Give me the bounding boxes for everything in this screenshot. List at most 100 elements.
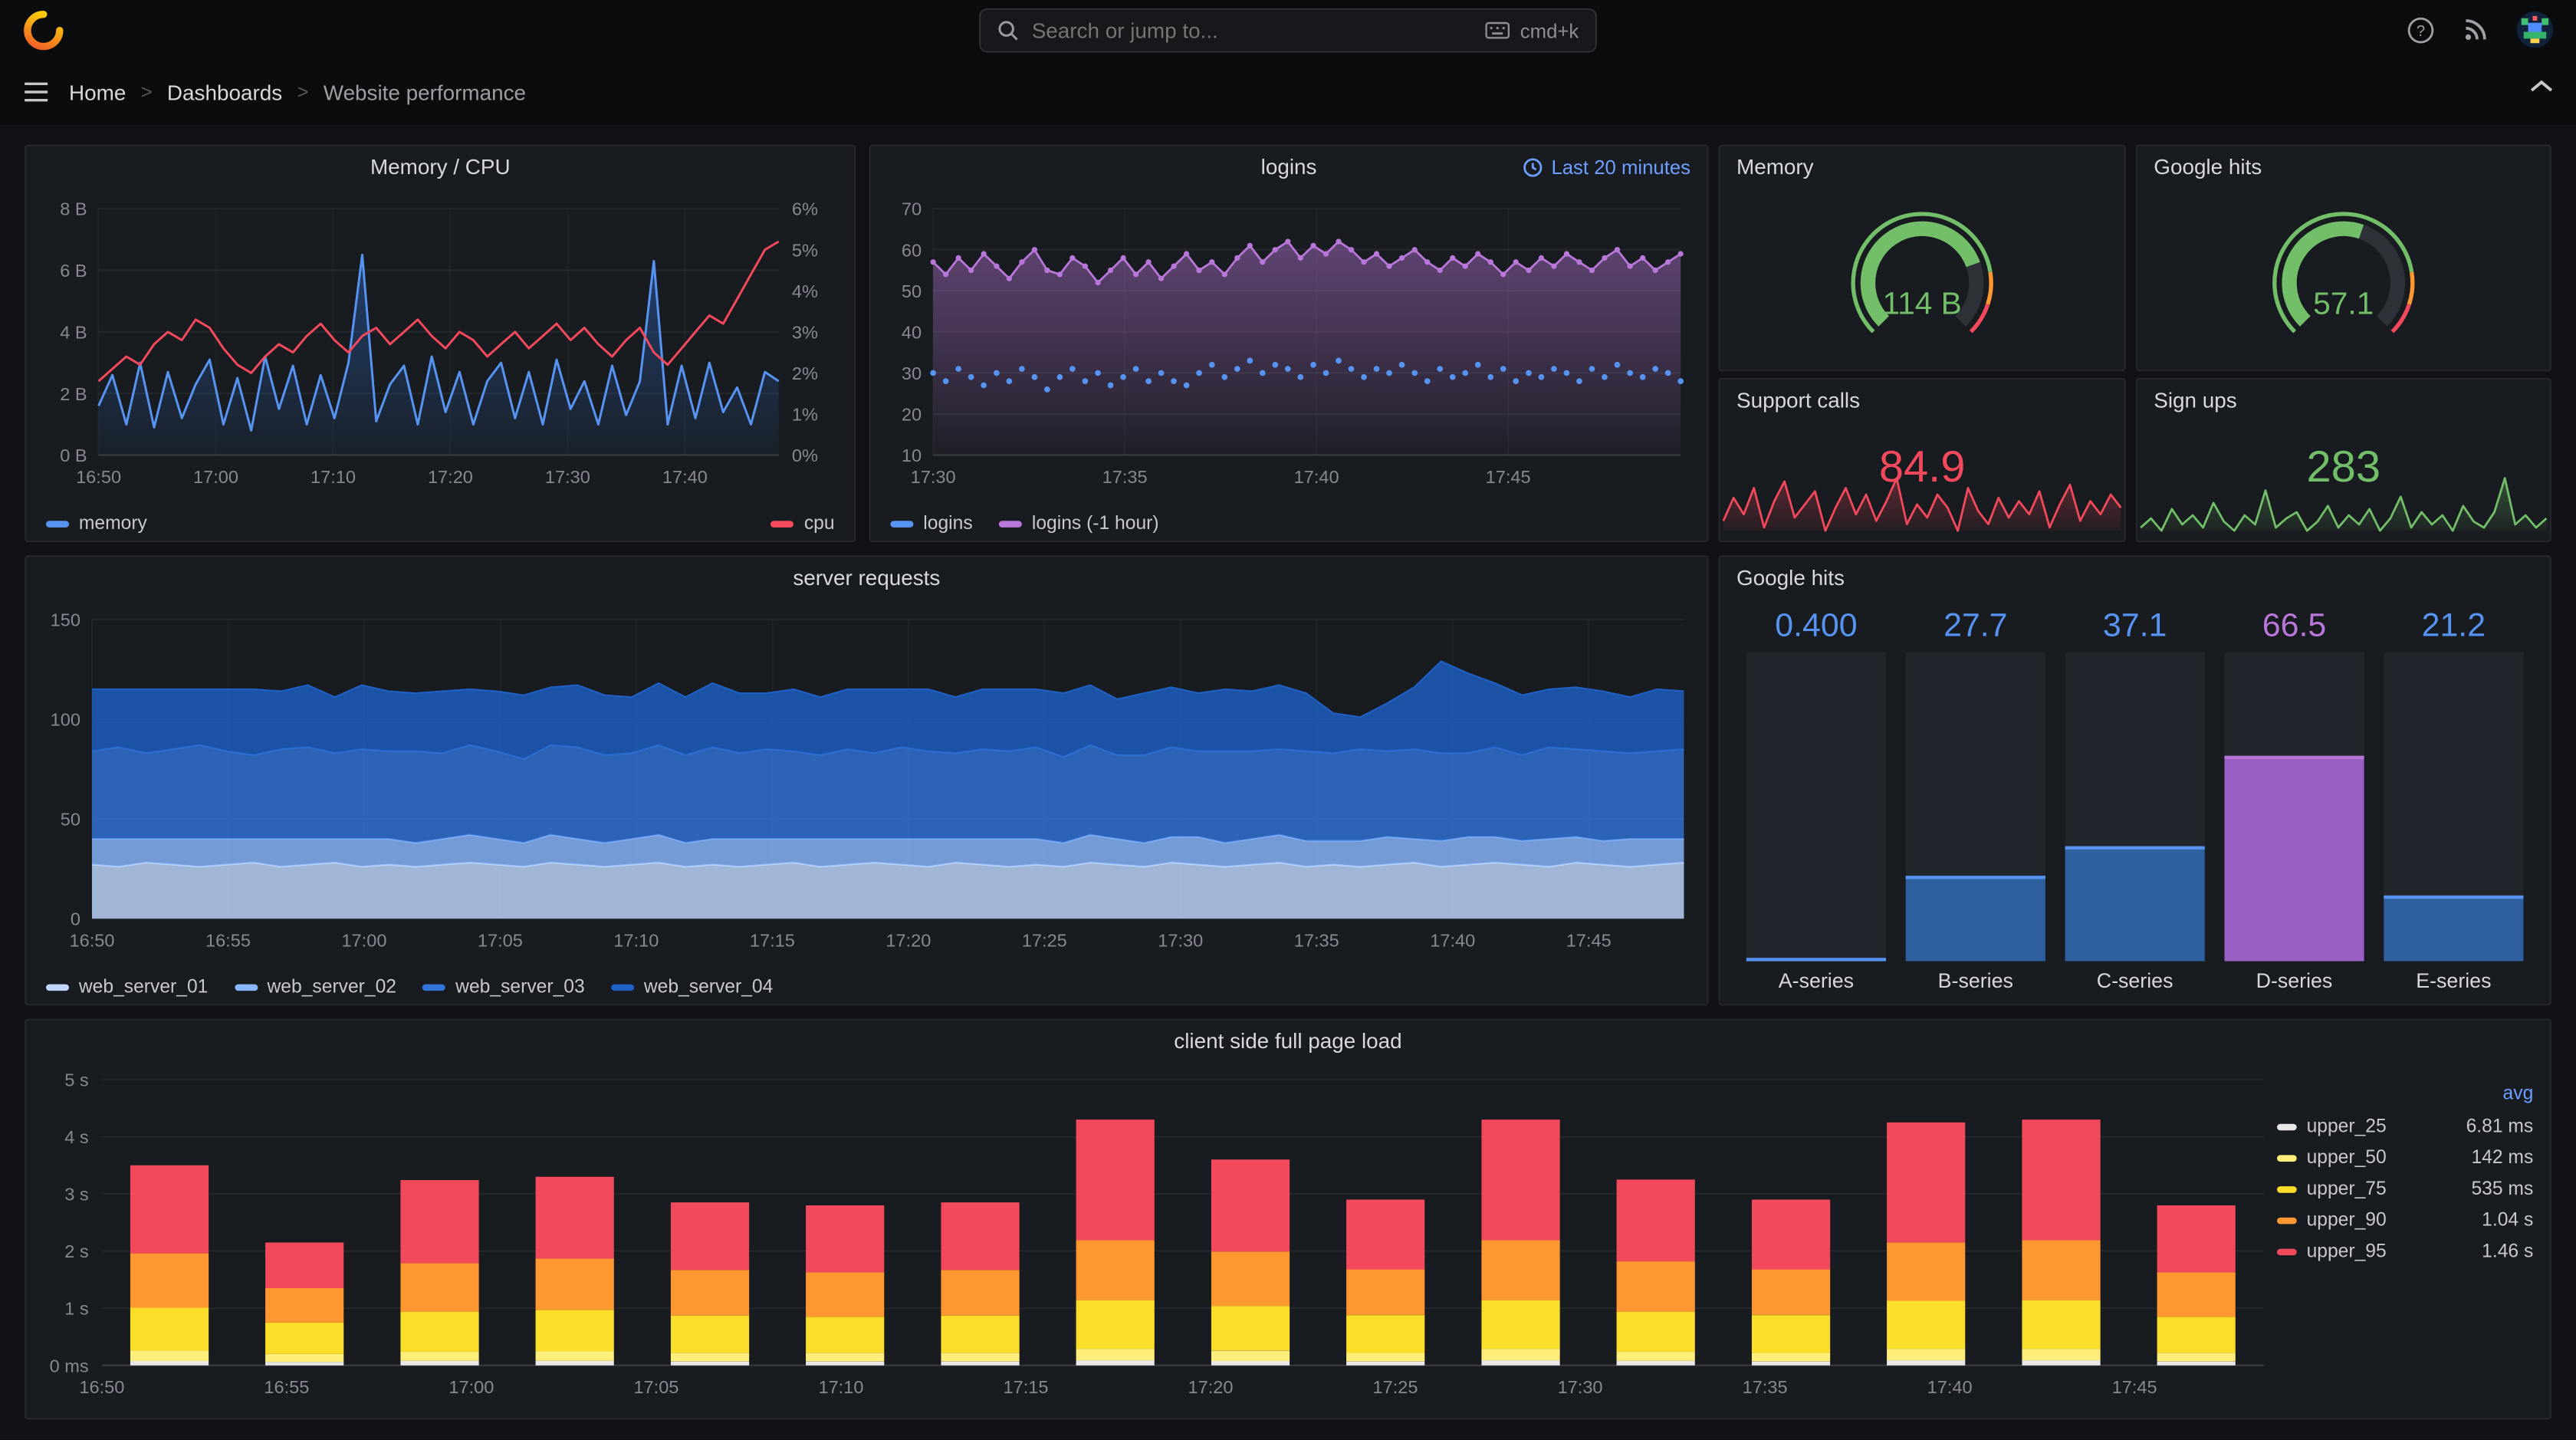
server-requests-chart[interactable]: 0 50 100 150 16:50 16:55 17:00 17:05 17:10 17:15 1… xyxy=(26,600,1707,968)
menu-toggle-icon[interactable] xyxy=(23,81,49,104)
support-calls-stat[interactable]: 84.9 xyxy=(1720,422,2124,541)
search-bar[interactable]: cmd+k xyxy=(979,8,1597,53)
help-icon[interactable]: ? xyxy=(2407,15,2434,43)
legend-swatch xyxy=(2277,1123,2297,1130)
logins-chart[interactable]: 10 20 30 40 50 60 70 17:30 17:35 17:40 17:45 xyxy=(871,189,1707,504)
svg-text:17:10: 17:10 xyxy=(613,930,659,950)
legend-item-cpu[interactable]: cpu xyxy=(770,515,835,534)
google-hits-gauge[interactable]: 57.1 xyxy=(2137,189,2550,370)
panel-title[interactable]: Memory xyxy=(1720,146,2124,189)
bar-gauge-value: 21.2 xyxy=(2421,607,2486,644)
panel-server-requests: server requests 0 50 100 150 16:50 16:55 17:00… xyxy=(25,555,1709,1006)
svg-text:17:00: 17:00 xyxy=(449,1377,494,1397)
svg-text:17:35: 17:35 xyxy=(1102,467,1148,487)
svg-text:17:30: 17:30 xyxy=(545,467,590,487)
panel-title[interactable]: client side full page load xyxy=(26,1021,2549,1064)
breadcrumb-home[interactable]: Home xyxy=(69,80,126,104)
breadcrumb-separator: > xyxy=(297,81,309,104)
legend-item-memory[interactable]: memory xyxy=(46,515,147,534)
svg-text:17:30: 17:30 xyxy=(1558,1377,1603,1397)
breadcrumb-dashboards[interactable]: Dashboards xyxy=(167,80,282,104)
time-range-link[interactable]: Last 20 minutes xyxy=(1523,146,1691,189)
legend-item-upper_25[interactable]: upper_25 6.81 ms xyxy=(2277,1111,2537,1142)
server-requests-legend: web_server_01 web_server_02 web_server_03 w… xyxy=(46,978,1687,998)
legend-item-logins[interactable]: logins xyxy=(890,514,973,534)
memory-cpu-chart[interactable]: 0 B 2 B 4 B 6 B 8 B 0% 1% 2% 3% 4% 5% 6% 16:50 17:00 1… xyxy=(26,189,854,504)
panel-logins: logins Last 20 minutes 10 20 30 40 50 60 70 17:… xyxy=(869,144,1709,543)
bar-gauge-track xyxy=(1746,652,1886,962)
svg-text:17:45: 17:45 xyxy=(1486,467,1531,487)
legend-label: web_server_01 xyxy=(78,978,209,998)
legend-avg-header: avg xyxy=(2502,1084,2534,1104)
svg-text:17:40: 17:40 xyxy=(1927,1377,1973,1397)
legend-item-upper_75[interactable]: upper_75 535 ms xyxy=(2277,1173,2537,1205)
legend-item-upper_50[interactable]: upper_50 142 ms xyxy=(2277,1142,2537,1173)
bar-gauge-D-series[interactable]: 66.5 D-series xyxy=(2224,607,2364,995)
legend-swatch xyxy=(46,984,69,991)
panel-title[interactable]: Memory / CPU xyxy=(26,146,854,189)
client-load-chart[interactable]: 0 ms 1 s 2 s 3 s 4 s 5 s 16:50 16:55 17:00 17:05 1… xyxy=(26,1063,2283,1415)
bar-gauge-A-series[interactable]: 0.400 A-series xyxy=(1746,607,1886,995)
bar-gauge-E-series[interactable]: 21.2 E-series xyxy=(2384,607,2524,995)
legend-item-upper_90[interactable]: upper_90 1.04 s xyxy=(2277,1205,2537,1236)
svg-text:8 B: 8 B xyxy=(60,199,87,219)
legend-avg-value: 6.81 ms xyxy=(2466,1116,2534,1136)
breadcrumb-separator: > xyxy=(140,81,153,104)
breadcrumb-row: Home > Dashboards > Website performance xyxy=(0,59,2576,125)
grafana-logo-icon[interactable] xyxy=(23,9,64,51)
time-range-label: Last 20 minutes xyxy=(1551,156,1691,179)
bar-gauge-label: B-series xyxy=(1937,969,2013,993)
bar-gauge-group[interactable]: 0.400 A-series 27.7 B-series 37.1 C-series 66.… xyxy=(1746,607,2524,995)
search-icon xyxy=(998,21,1018,41)
panel-title[interactable]: Google hits xyxy=(1720,557,2550,600)
svg-text:5%: 5% xyxy=(792,240,818,260)
legend-item-web-server-02[interactable]: web_server_02 xyxy=(234,978,396,998)
sign-ups-stat[interactable]: 283 xyxy=(2137,422,2550,541)
legend-swatch xyxy=(890,521,914,528)
legend-avg-value: 142 ms xyxy=(2471,1147,2534,1168)
svg-text:2 s: 2 s xyxy=(64,1241,88,1261)
legend-item-web-server-03[interactable]: web_server_03 xyxy=(422,978,585,998)
svg-text:50: 50 xyxy=(902,281,922,301)
panel-google-hits-bars: Google hits 0.400 A-series 27.7 B-series 37.… xyxy=(1718,555,2551,1006)
svg-text:0 B: 0 B xyxy=(60,445,87,465)
svg-text:100: 100 xyxy=(51,709,80,729)
svg-text:150: 150 xyxy=(51,610,80,630)
legend-item-upper_95[interactable]: upper_95 1.46 s xyxy=(2277,1235,2537,1267)
news-feed-icon[interactable] xyxy=(2463,16,2489,42)
panel-google-hits-gauge: Google hits 57.1 xyxy=(2135,144,2551,372)
shortcut-label: cmd+k xyxy=(1520,18,1579,42)
svg-text:3 s: 3 s xyxy=(64,1185,88,1205)
panel-memory-cpu: Memory / CPU 0 B 2 B 4 B 6 B 8 B 0% 1% 2% 3% 4% 5%… xyxy=(25,144,856,543)
panel-title[interactable]: Sign ups xyxy=(2137,380,2550,422)
svg-text:17:40: 17:40 xyxy=(662,467,708,487)
legend-item-web-server-01[interactable]: web_server_01 xyxy=(46,978,208,998)
user-avatar[interactable] xyxy=(2516,12,2553,48)
search-input[interactable] xyxy=(1031,18,1473,43)
memory-gauge[interactable]: 114 B xyxy=(1720,189,2124,370)
search-shortcut: cmd+k xyxy=(1486,19,1579,42)
bar-gauge-fill xyxy=(2224,755,2364,962)
legend-label: web_server_03 xyxy=(455,978,585,998)
bar-gauge-B-series[interactable]: 27.7 B-series xyxy=(1905,607,2045,995)
legend-swatch xyxy=(2277,1154,2297,1161)
svg-text:17:10: 17:10 xyxy=(310,467,356,487)
bar-gauge-label: E-series xyxy=(2416,969,2492,993)
bar-gauge-C-series[interactable]: 37.1 C-series xyxy=(2065,607,2205,995)
dashboard-grid: Memory / CPU 0 B 2 B 4 B 6 B 8 B 0% 1% 2% 3% 4% 5%… xyxy=(0,124,2576,1440)
legend-label: logins xyxy=(923,514,973,534)
panel-title[interactable]: Support calls xyxy=(1720,380,2124,422)
panel-title[interactable]: Google hits xyxy=(2137,146,2550,189)
legend-item-logins-1-hour-[interactable]: logins (-1 hour) xyxy=(998,515,1159,534)
svg-text:16:50: 16:50 xyxy=(70,930,115,950)
panel-title[interactable]: server requests xyxy=(26,557,1707,600)
logins-legend: logins logins (-1 hour) xyxy=(890,515,1687,534)
legend-avg-value: 535 ms xyxy=(2471,1179,2534,1199)
svg-text:17:30: 17:30 xyxy=(1158,930,1203,950)
legend-item-web-server-04[interactable]: web_server_04 xyxy=(610,978,773,998)
svg-text:17:20: 17:20 xyxy=(428,467,473,487)
chevron-up-icon[interactable] xyxy=(2530,79,2553,94)
svg-text:16:50: 16:50 xyxy=(79,1377,124,1397)
bar-gauge-track xyxy=(2065,652,2205,962)
legend-swatch xyxy=(770,521,794,528)
